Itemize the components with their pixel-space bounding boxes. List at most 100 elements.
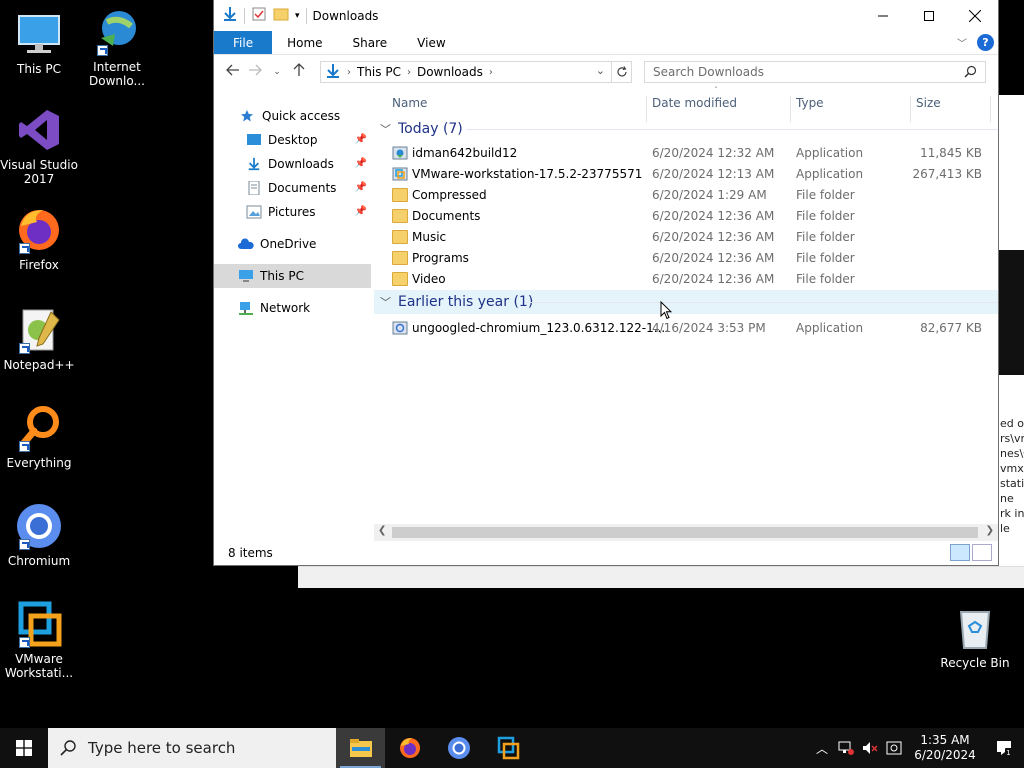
star-icon	[240, 109, 256, 123]
up-button[interactable]	[288, 63, 310, 81]
file-row[interactable]: VMware-workstation-17.5.2-23775571 6/20/…	[374, 164, 998, 185]
pin-icon[interactable]: 📌	[355, 134, 367, 145]
desktop-icon-internet-download-manager[interactable]: Internet Downlo...	[78, 8, 156, 88]
horizontal-scrollbar[interactable]: ❮ ❯	[374, 524, 998, 541]
properties-icon[interactable]	[251, 6, 267, 25]
pin-icon[interactable]: 📌	[355, 206, 367, 217]
search-box[interactable]: Search Downloads	[644, 61, 986, 83]
chromium-icon	[447, 737, 470, 759]
window-controls	[860, 0, 998, 31]
address-dropdown-icon[interactable]: ⌄	[596, 64, 605, 77]
column-type[interactable]: Type	[796, 96, 824, 110]
volume-muted-icon[interactable]	[858, 741, 882, 755]
file-type: Application	[796, 167, 864, 181]
desktop-icon-recycle-bin[interactable]: Recycle Bin	[936, 604, 1014, 670]
action-center-button[interactable]: 1	[984, 740, 1024, 756]
group-header-earlier-this-year[interactable]: ﹀ Earlier this year (1)	[374, 290, 998, 314]
back-button[interactable]	[222, 64, 244, 80]
help-icon[interactable]: ?	[977, 34, 994, 51]
nav-label: OneDrive	[260, 237, 317, 251]
nav-network[interactable]: Network	[214, 296, 371, 320]
taskbar-chromium[interactable]	[434, 728, 483, 768]
file-row[interactable]: idman642build12 6/20/2024 12:32 AM Appli…	[374, 143, 998, 164]
nav-desktop[interactable]: Desktop 📌	[214, 128, 371, 152]
maximize-button[interactable]	[906, 0, 952, 31]
desktop-icon-this-pc[interactable]: This PC	[0, 10, 78, 76]
file-row[interactable]: Documents 6/20/2024 12:36 AM File folder	[374, 206, 998, 227]
tab-home[interactable]: Home	[272, 31, 337, 54]
breadcrumb-this-pc[interactable]: This PC	[357, 65, 401, 79]
nav-pictures[interactable]: Pictures 📌	[214, 200, 371, 224]
download-arrow-icon[interactable]	[222, 6, 238, 25]
clock[interactable]: 1:35 AM 6/20/2024	[906, 733, 984, 763]
recent-locations-button[interactable]: ⌄	[266, 67, 288, 77]
search-icon	[964, 65, 977, 81]
refresh-button[interactable]	[611, 62, 631, 82]
start-button[interactable]	[0, 728, 48, 768]
group-label: Today (7)	[398, 121, 463, 137]
pin-icon[interactable]: 📌	[355, 182, 367, 193]
downloads-location-icon	[325, 63, 341, 82]
file-date: 4/16/2024 3:53 PM	[652, 321, 766, 335]
nav-quick-access[interactable]: Quick access	[214, 104, 371, 128]
status-bar: 8 items	[214, 541, 998, 565]
address-bar[interactable]: › This PC › Downloads › ⌄	[320, 61, 632, 83]
taskbar-search-box[interactable]: Type here to search	[48, 728, 336, 768]
file-row[interactable]: Video 6/20/2024 12:36 AM File folder	[374, 269, 998, 290]
separator	[244, 7, 245, 24]
file-row[interactable]: ungoogled-chromium_123.0.6312.122-1.... …	[374, 318, 998, 339]
desktop-icon-firefox[interactable]: Firefox	[0, 206, 78, 272]
everything-search-icon	[15, 404, 63, 452]
taskbar-vmware[interactable]	[483, 728, 532, 768]
file-type: File folder	[796, 188, 855, 202]
breadcrumb-separator-icon: ›	[406, 66, 411, 78]
column-date-modified[interactable]: Date modified	[652, 96, 737, 110]
search-input[interactable]: Search Downloads	[653, 65, 764, 79]
column-name[interactable]: Name	[392, 96, 427, 110]
customize-dropdown-icon[interactable]: ▾	[295, 11, 300, 21]
tab-file[interactable]: File	[214, 31, 273, 54]
desktop-icon-chromium[interactable]: Chromium	[0, 502, 78, 568]
folder-icon	[392, 230, 408, 244]
file-name: idman642build12	[412, 146, 518, 160]
title-bar[interactable]: ▾ Downloads	[214, 0, 998, 31]
taskbar-firefox[interactable]	[385, 728, 434, 768]
nav-onedrive[interactable]: OneDrive	[214, 232, 371, 256]
desktop-icon-notepad-plus-plus[interactable]: Notepad++	[0, 306, 78, 372]
nav-documents[interactable]: Documents 📌	[214, 176, 371, 200]
show-hidden-icons-chevron-up-icon[interactable]: ︿	[810, 740, 834, 757]
forward-button[interactable]	[244, 64, 266, 80]
file-name: ungoogled-chromium_123.0.6312.122-1....	[412, 321, 669, 335]
file-row[interactable]: Programs 6/20/2024 12:36 AM File folder	[374, 248, 998, 269]
scroll-right-arrow-icon[interactable]: ❯	[986, 525, 994, 536]
minimize-button[interactable]	[860, 0, 906, 31]
close-button[interactable]	[952, 0, 998, 31]
tab-view[interactable]: View	[402, 31, 460, 54]
column-size[interactable]: Size	[916, 96, 941, 110]
nav-this-pc[interactable]: This PC	[214, 264, 371, 288]
new-folder-icon[interactable]	[273, 6, 289, 25]
input-indicator-icon[interactable]	[882, 741, 906, 755]
scrollbar-thumb[interactable]	[392, 527, 978, 538]
desktop-icon-vmware[interactable]: VMware Workstati...	[0, 600, 78, 680]
expand-ribbon-chevron-icon[interactable]: ﹀	[957, 35, 967, 50]
large-icons-view-button[interactable]	[972, 544, 992, 561]
file-name: Programs	[412, 251, 469, 265]
breadcrumb-downloads[interactable]: Downloads	[417, 65, 483, 79]
tab-share[interactable]: Share	[338, 31, 403, 54]
notification-icon: 1	[997, 741, 1012, 756]
desktop-icon-everything[interactable]: Everything	[0, 404, 78, 470]
shortcut-arrow-icon	[19, 637, 30, 648]
desktop-icon-visual-studio[interactable]: Visual Studio 2017	[0, 106, 78, 186]
file-row[interactable]: Compressed 6/20/2024 1:29 AM File folder	[374, 185, 998, 206]
group-header-today[interactable]: ﹀ Today (7)	[374, 117, 998, 141]
pin-icon[interactable]: 📌	[355, 158, 367, 169]
network-status-icon[interactable]	[834, 741, 858, 755]
file-row[interactable]: Music 6/20/2024 12:36 AM File folder	[374, 227, 998, 248]
nav-downloads[interactable]: Downloads 📌	[214, 152, 371, 176]
details-view-button[interactable]	[950, 544, 970, 561]
mouse-cursor-icon	[660, 300, 673, 323]
scroll-left-arrow-icon[interactable]: ❮	[378, 525, 386, 536]
taskbar-search-input[interactable]: Type here to search	[88, 739, 235, 757]
taskbar-file-explorer[interactable]	[336, 728, 385, 768]
